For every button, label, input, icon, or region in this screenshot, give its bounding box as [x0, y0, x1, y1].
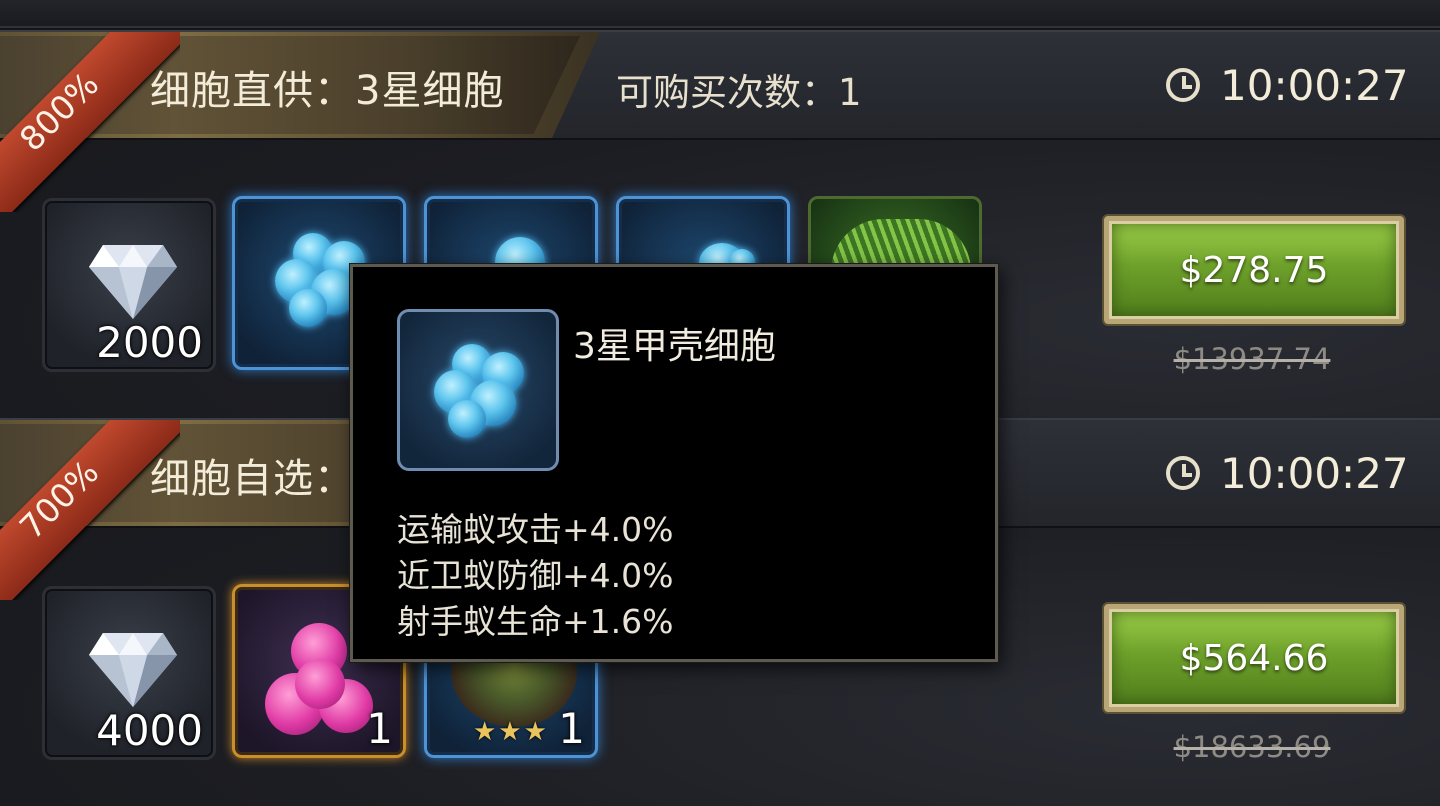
buy-price: $564.66: [1179, 637, 1329, 679]
pack-header: 细胞直供：3星细胞 可购买次数：1 10:00:27: [0, 32, 1440, 140]
purchase-limit: 可购买次数：1: [616, 71, 862, 114]
item-tooltip: 3星甲壳细胞 运输蚁攻击+4.0% 近卫蚁防御+4.0% 射手蚁生命+1.6%: [350, 264, 998, 662]
tooltip-stat: 近卫蚁防御+4.0%: [397, 556, 674, 595]
top-bar: [0, 0, 1440, 28]
item-quantity: 4000: [96, 706, 203, 755]
diamond-icon: [89, 245, 177, 319]
item-slot-diamond[interactable]: 4000: [42, 586, 216, 760]
tooltip-stat: 射手蚁生命+1.6%: [397, 602, 674, 641]
item-slot-diamond[interactable]: 2000: [42, 198, 216, 372]
countdown-timer: 10:00:27: [1166, 60, 1409, 110]
pack-title: 细胞直供：3星细胞: [150, 68, 505, 114]
item-quantity: 1: [366, 704, 393, 753]
tooltip-stat: 运输蚁攻击+4.0%: [397, 510, 674, 549]
original-price: $18633.69: [1173, 730, 1331, 764]
timer-value: 10:00:27: [1220, 448, 1409, 498]
blue-cell-icon: [430, 340, 530, 440]
tooltip-item-name: 3星甲壳细胞: [573, 326, 776, 367]
buy-button[interactable]: $564.66: [1104, 604, 1404, 712]
buy-button[interactable]: $278.75: [1104, 216, 1404, 324]
pack-title: 细胞自选：: [150, 456, 355, 502]
discount-badge: 700%: [0, 420, 180, 600]
countdown-timer: 10:00:27: [1166, 448, 1409, 498]
item-quantity: 2000: [96, 318, 203, 367]
buy-price: $278.75: [1179, 249, 1329, 291]
original-price: $13937.74: [1173, 342, 1331, 376]
clock-icon: [1166, 456, 1200, 490]
discount-badge: 800%: [0, 32, 180, 212]
star-rating: ★★★: [473, 717, 549, 747]
tooltip-item-icon: [397, 309, 559, 471]
item-quantity: 1: [558, 704, 585, 753]
diamond-icon: [89, 633, 177, 707]
clock-icon: [1166, 68, 1200, 102]
timer-value: 10:00:27: [1220, 60, 1409, 110]
